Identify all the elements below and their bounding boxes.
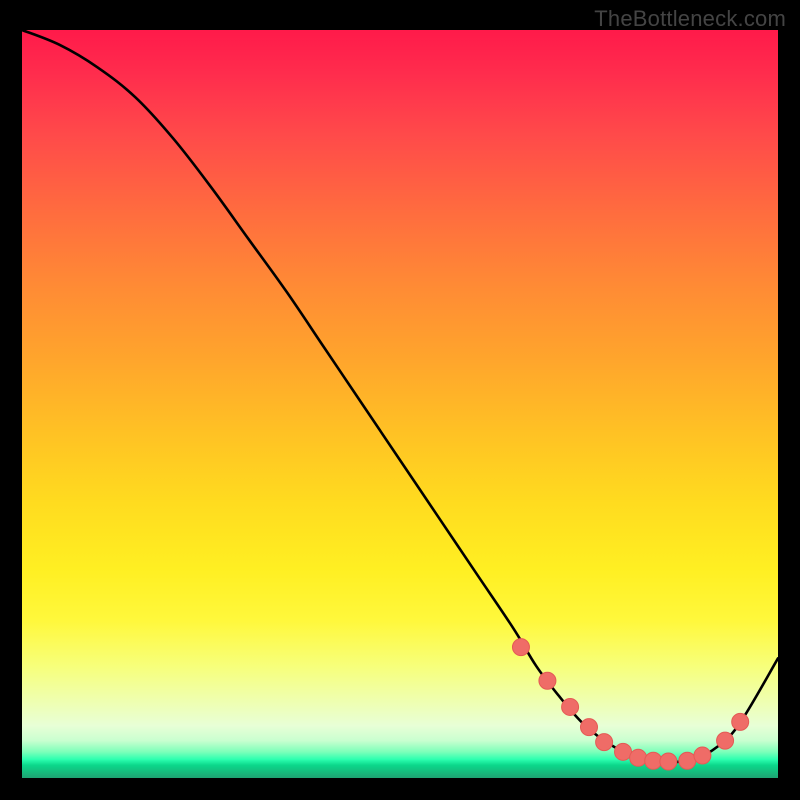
scatter-point — [539, 672, 556, 689]
scatter-point — [694, 747, 711, 764]
scatter-point — [630, 749, 647, 766]
scatter-point — [645, 752, 662, 769]
scatter-point — [660, 753, 677, 770]
scatter-point — [596, 734, 613, 751]
chart-frame: TheBottleneck.com — [0, 0, 800, 800]
scatter-point — [512, 639, 529, 656]
scatter-point — [717, 732, 734, 749]
plot-area — [22, 30, 778, 778]
watermark-text: TheBottleneck.com — [594, 6, 786, 32]
scatter-point — [615, 743, 632, 760]
curve-layer — [22, 30, 778, 778]
scatter-point — [581, 719, 598, 736]
scatter-point — [679, 752, 696, 769]
scatter-point — [732, 713, 749, 730]
bottleneck-curve — [22, 30, 778, 762]
scatter-point — [562, 698, 579, 715]
